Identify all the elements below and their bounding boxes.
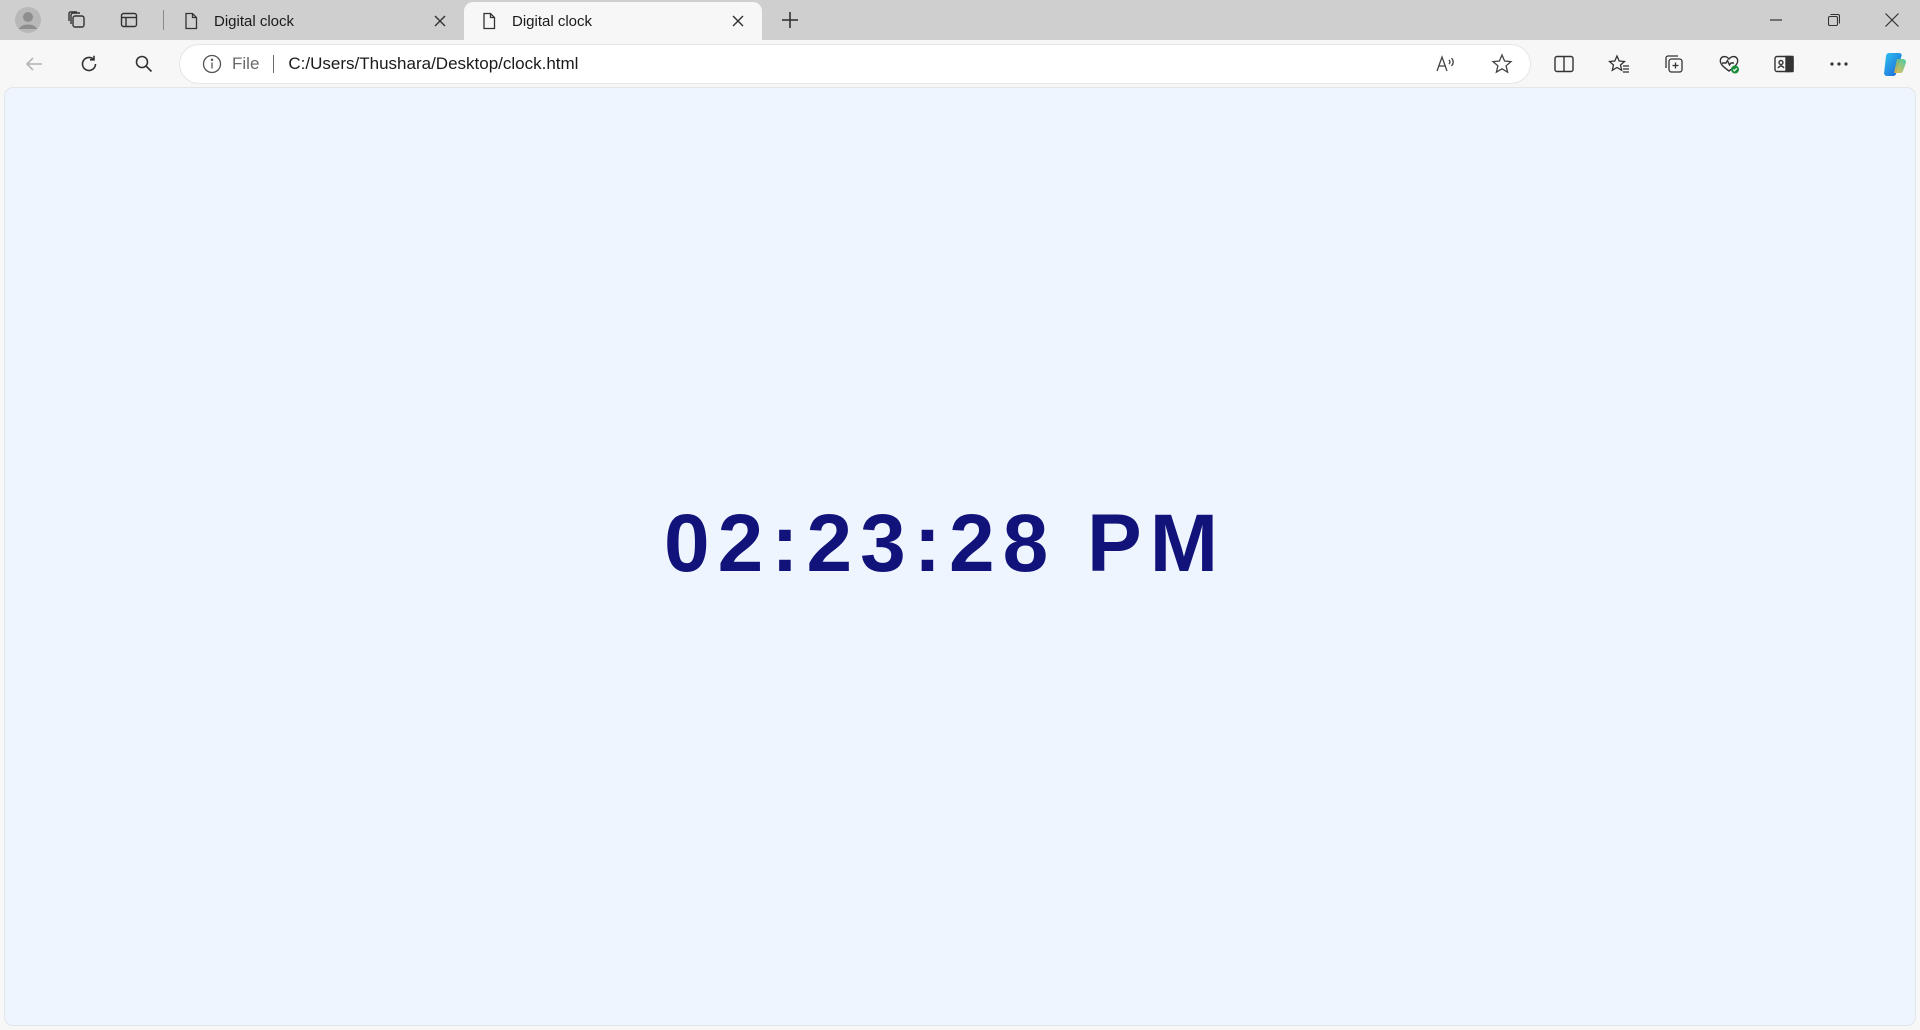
browser-essentials-button[interactable] — [1711, 46, 1747, 82]
tab-title: Digital clock — [214, 12, 295, 30]
restore-icon — [1828, 14, 1840, 26]
copilot-button[interactable] — [1876, 46, 1912, 82]
page-viewport: 02:23:28 PM — [5, 88, 1915, 1025]
back-button[interactable] — [16, 46, 52, 82]
digital-clock-display: 02:23:28 PM — [663, 497, 1227, 589]
search-icon — [134, 54, 154, 74]
more-icon — [1829, 61, 1849, 67]
minimize-button[interactable] — [1748, 0, 1804, 40]
sidebar-icon — [1773, 54, 1795, 74]
add-favorite-button[interactable] — [1484, 46, 1520, 82]
tab-close-button[interactable] — [428, 9, 452, 33]
clock-container: 02:23:28 PM — [5, 88, 1915, 1025]
copilot-icon — [1880, 50, 1908, 78]
plus-icon — [781, 11, 799, 29]
star-icon — [1491, 53, 1513, 75]
browser-window: Digital clock Digital clock File C:/User… — [0, 0, 1920, 1030]
read-aloud-icon — [1435, 54, 1457, 74]
tab-strip: Digital clock Digital clock — [0, 0, 1920, 40]
page-icon — [182, 12, 200, 30]
favorites-icon — [1608, 54, 1630, 74]
info-icon[interactable] — [202, 54, 222, 74]
search-button[interactable] — [126, 46, 162, 82]
minimize-icon — [1770, 14, 1782, 26]
refresh-button[interactable] — [71, 46, 107, 82]
address-scheme-label: File — [232, 54, 260, 73]
new-tab-button[interactable] — [772, 4, 808, 36]
collections-button[interactable] — [1656, 46, 1692, 82]
tab-actions-button[interactable] — [111, 4, 147, 36]
restore-button[interactable] — [1806, 0, 1862, 40]
address-bar[interactable]: File C:/Users/Thushara/Desktop/clock.htm… — [180, 45, 1530, 83]
close-icon — [1885, 13, 1899, 27]
collections-icon — [1663, 53, 1685, 75]
split-screen-button[interactable] — [1546, 46, 1582, 82]
favorites-button[interactable] — [1601, 46, 1637, 82]
tab-separator — [163, 10, 164, 30]
tab-close-button[interactable] — [726, 9, 750, 33]
workspaces-button[interactable] — [59, 4, 95, 36]
sidebar-button[interactable] — [1766, 46, 1802, 82]
tab-title: Digital clock — [512, 12, 593, 30]
split-screen-icon — [1553, 54, 1575, 74]
more-button[interactable] — [1821, 46, 1857, 82]
profile-button[interactable] — [10, 4, 46, 36]
workspaces-icon — [67, 10, 87, 30]
tab-digital-clock-1[interactable]: Digital clock — [166, 2, 464, 40]
heart-pulse-icon — [1718, 53, 1740, 75]
address-divider — [273, 55, 275, 73]
profile-icon — [14, 6, 42, 34]
back-arrow-icon — [24, 54, 44, 74]
close-window-button[interactable] — [1864, 0, 1920, 40]
address-url[interactable]: C:/Users/Thushara/Desktop/clock.html — [288, 54, 578, 74]
tab-actions-icon — [119, 10, 139, 30]
page-icon — [480, 12, 498, 30]
read-aloud-button[interactable] — [1428, 46, 1464, 82]
refresh-icon — [79, 54, 99, 74]
tab-digital-clock-2[interactable]: Digital clock — [464, 2, 762, 40]
navigation-toolbar: File C:/Users/Thushara/Desktop/clock.htm… — [0, 40, 1920, 88]
